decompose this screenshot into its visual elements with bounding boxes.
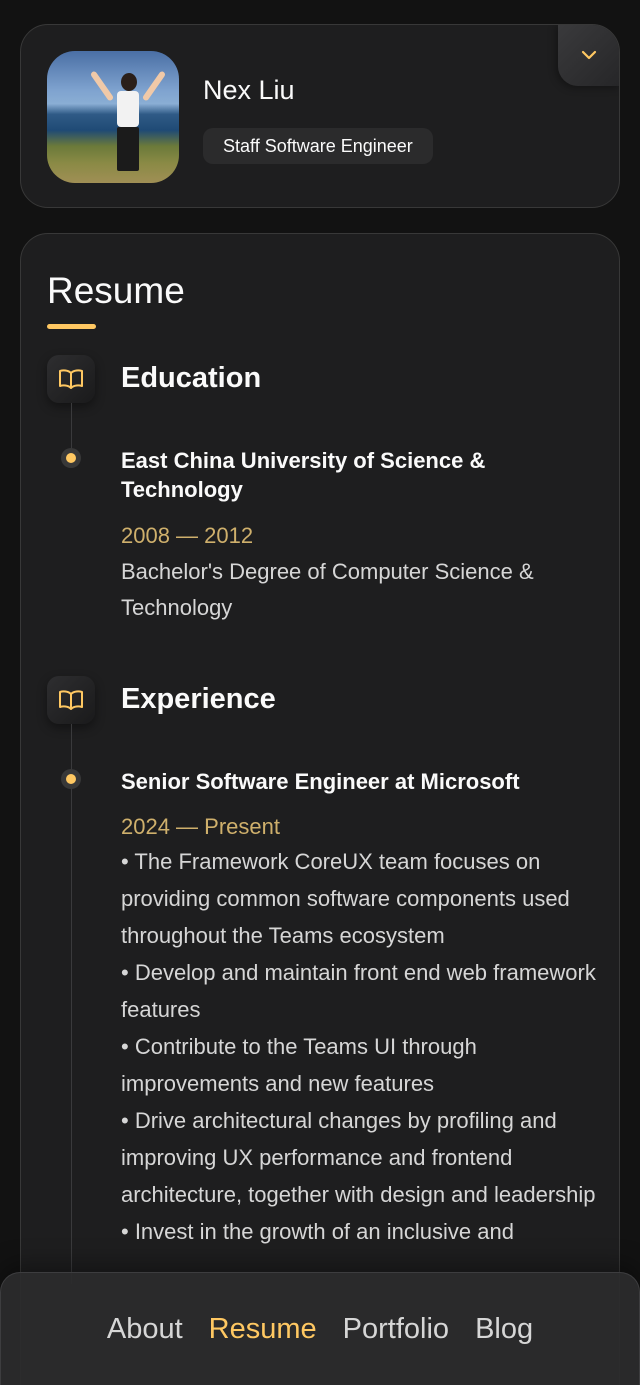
list-item: • Drive architectural changes by profili… bbox=[121, 1108, 596, 1207]
education-icon-box bbox=[47, 355, 95, 403]
education-timeline-line bbox=[71, 403, 72, 453]
timeline-dot bbox=[61, 448, 81, 468]
profile-title-badge: Staff Software Engineer bbox=[203, 128, 433, 164]
avatar-arm-left bbox=[89, 70, 115, 102]
bottom-navbar: About Resume Portfolio Blog bbox=[0, 1272, 640, 1385]
chevron-down-icon bbox=[581, 50, 597, 60]
book-icon bbox=[59, 369, 83, 389]
experience-heading: Experience bbox=[121, 683, 276, 715]
experience-dates: 2024 — Present bbox=[121, 814, 280, 839]
avatar-legs bbox=[117, 127, 139, 171]
profile-name: Nex Liu bbox=[203, 75, 295, 105]
book-icon bbox=[59, 690, 83, 710]
education-dates: 2008 — 2012 bbox=[121, 523, 254, 548]
list-item: • The Framework CoreUX team focuses on p… bbox=[121, 849, 570, 948]
resume-card: Resume Education East China University o… bbox=[20, 233, 620, 1385]
nav-link-about[interactable]: About bbox=[94, 1313, 196, 1346]
experience-timeline-line bbox=[71, 724, 72, 1284]
nav-link-blog[interactable]: Blog bbox=[462, 1313, 546, 1346]
nav-link-portfolio[interactable]: Portfolio bbox=[330, 1313, 462, 1346]
timeline-dot bbox=[61, 769, 81, 789]
avatar-body bbox=[117, 91, 139, 127]
education-degree: Bachelor's Degree of Computer Science & … bbox=[121, 559, 534, 620]
avatar bbox=[47, 51, 179, 183]
show-contacts-button[interactable] bbox=[558, 25, 619, 86]
title-underline bbox=[47, 324, 96, 329]
page: Nex Liu Staff Software Engineer Resume E… bbox=[0, 0, 640, 1385]
page-title: Resume bbox=[47, 270, 185, 311]
profile-card: Nex Liu Staff Software Engineer bbox=[20, 24, 620, 208]
list-item: • Develop and maintain front end web fra… bbox=[121, 960, 596, 1022]
nav-link-resume[interactable]: Resume bbox=[196, 1313, 330, 1346]
list-item: • Contribute to the Teams UI through imp… bbox=[121, 1034, 477, 1096]
experience-icon-box bbox=[47, 676, 95, 724]
avatar-head bbox=[121, 73, 137, 91]
experience-bullet-list: • The Framework CoreUX team focuses on p… bbox=[121, 843, 601, 1250]
experience-job-title: Senior Software Engineer at Microsoft bbox=[121, 769, 520, 794]
education-heading: Education bbox=[121, 362, 262, 394]
list-item: • Invest in the growth of an inclusive a… bbox=[121, 1219, 514, 1244]
education-school: East China University of Science & Techn… bbox=[121, 448, 486, 502]
avatar-arm-right bbox=[141, 70, 167, 102]
